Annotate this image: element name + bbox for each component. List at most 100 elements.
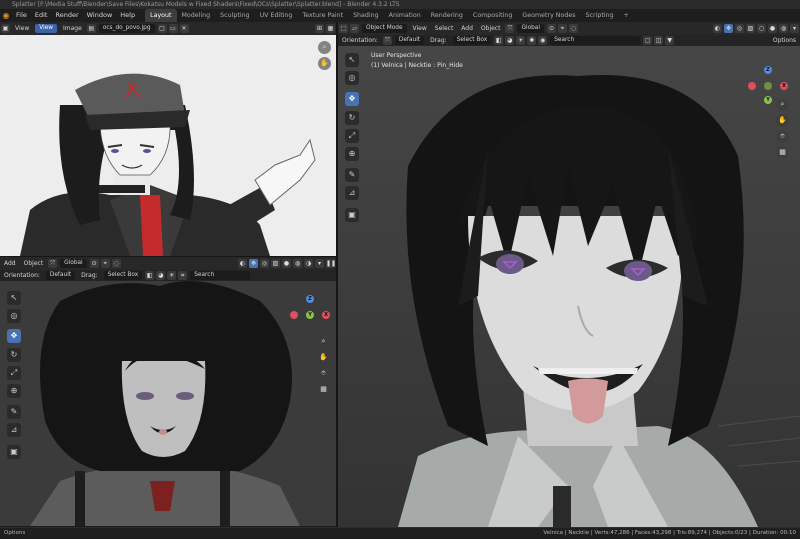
main-view-menu[interactable]: View — [410, 24, 430, 34]
small-select-mode-icon[interactable]: ◧ — [145, 271, 155, 280]
main-search-input[interactable]: Search — [550, 36, 641, 45]
small-pause-icon[interactable]: ❚❚ — [326, 259, 336, 268]
tab-shading[interactable]: Shading — [348, 9, 384, 22]
menu-render[interactable]: Render — [51, 9, 82, 22]
small-shading-solid-icon[interactable]: ● — [282, 259, 291, 268]
main-annotate-icon[interactable]: ✎ — [345, 168, 359, 182]
status-options[interactable]: Options — [4, 528, 25, 539]
image-close-icon[interactable]: ✕ — [179, 24, 189, 33]
main-shading-wire-icon[interactable]: ○ — [757, 24, 766, 33]
main-sun-icon[interactable]: ☀ — [516, 36, 526, 45]
main-light-icon[interactable]: ✺ — [527, 36, 537, 45]
menu-help[interactable]: Help — [116, 9, 139, 22]
small-object-menu[interactable]: Object — [21, 259, 47, 269]
image-display-icon[interactable]: ▦ — [326, 24, 335, 33]
main-pan-hand-icon[interactable]: ✋ — [776, 114, 789, 127]
image-editor-type-icon[interactable]: ▣ — [1, 24, 10, 33]
main-select-mode-icon[interactable]: ◧ — [494, 36, 504, 45]
small-grid-toggle-icon[interactable]: ▦ — [317, 383, 330, 396]
image-pan-hand-icon[interactable]: ✋ — [318, 57, 331, 70]
add-workspace-icon[interactable]: + — [619, 9, 634, 22]
small-add-cube-icon[interactable]: ▣ — [7, 445, 21, 459]
small-rotate-icon[interactable]: ↻ — [7, 348, 21, 362]
tab-geometry-nodes[interactable]: Geometry Nodes — [517, 9, 580, 22]
main-cursor-3d-icon[interactable]: ◎ — [345, 71, 359, 85]
image-pin-icon[interactable]: ⊞ — [315, 24, 324, 33]
main-transform-icon[interactable]: ⤧ — [505, 24, 515, 33]
menu-window[interactable]: Window — [83, 9, 117, 22]
main-grid-toggle-icon[interactable]: ▦ — [776, 146, 789, 159]
main-color-wheel-icon[interactable]: ◕ — [505, 36, 515, 45]
main-overlay-icon[interactable]: ◎ — [735, 24, 744, 33]
main-add-menu[interactable]: Add — [458, 24, 476, 34]
main-add-cube-icon[interactable]: ▣ — [345, 208, 359, 222]
main-transform-tool-icon[interactable]: ⊕ — [345, 147, 359, 161]
small-visibility-icon[interactable]: ◐ — [238, 259, 247, 268]
small-overlay-icon[interactable]: ◎ — [260, 259, 269, 268]
small-shading-rendered-icon[interactable]: ◑ — [304, 259, 313, 268]
main-gizmo-neg-y[interactable] — [764, 82, 772, 90]
image-new-icon[interactable]: ▢ — [157, 24, 167, 33]
main-gizmo-icon[interactable]: ✥ — [724, 24, 733, 33]
tab-sculpting[interactable]: Sculpting — [215, 9, 254, 22]
tab-compositing[interactable]: Compositing — [468, 9, 517, 22]
small-axis-gizmo[interactable]: Z X Y — [290, 295, 330, 335]
main-pivot-icon[interactable]: ⊙ — [546, 24, 556, 33]
image-view-tab[interactable]: View — [35, 24, 58, 33]
main-gizmo-y[interactable]: Y — [764, 96, 772, 104]
main-visibility-icon[interactable]: ◐ — [713, 24, 722, 33]
small-color-wheel-icon[interactable]: ◕ — [156, 271, 166, 280]
small-gizmo-z[interactable]: Z — [306, 295, 314, 303]
small-pan-hand-icon[interactable]: ✋ — [317, 351, 330, 364]
small-transform-icon[interactable]: ⤧ — [48, 259, 58, 268]
main-world-icon[interactable]: ◉ — [538, 36, 548, 45]
small-cursor-3d-icon[interactable]: ◎ — [7, 309, 21, 323]
small-proportional-icon[interactable]: ◌ — [111, 259, 121, 268]
main-shading-solid-icon[interactable]: ● — [768, 24, 777, 33]
tab-layout[interactable]: Layout — [145, 9, 177, 22]
main-shading-menu-icon[interactable]: ▾ — [790, 24, 799, 33]
main-orientation-dropdown[interactable]: Default — [394, 36, 425, 45]
main-gizmo-z[interactable]: Z — [764, 66, 772, 74]
image-browse-icon[interactable]: ▤ — [86, 24, 96, 33]
main-mode-icon[interactable]: ▱ — [350, 24, 359, 33]
main-gizmo-neg-x[interactable] — [748, 82, 756, 90]
image-view-menu[interactable]: View — [12, 24, 32, 34]
main-snap-icon[interactable]: ⌖ — [557, 24, 567, 33]
main-shading-material-icon[interactable]: ◍ — [779, 24, 788, 33]
image-open-icon[interactable]: ▭ — [168, 24, 178, 33]
small-add-menu[interactable]: Add — [1, 259, 19, 269]
small-transform-dropdown[interactable]: Global — [60, 259, 87, 268]
small-measure-icon[interactable]: ⊿ — [7, 423, 21, 437]
main-camera-icon[interactable]: ⌾ — [776, 130, 789, 143]
small-move-icon[interactable]: ✥ — [7, 329, 21, 343]
main-editor-type-icon[interactable]: ⬚ — [339, 24, 348, 33]
small-pivot-icon[interactable]: ⊙ — [89, 259, 99, 268]
main-filter-icon[interactable]: ▼ — [665, 36, 675, 45]
small-search-input[interactable]: Search — [190, 271, 251, 280]
small-orientation-dropdown[interactable]: Default — [45, 271, 76, 280]
main-mode-dropdown[interactable]: Object Mode — [362, 24, 407, 33]
menu-file[interactable]: File — [12, 9, 31, 22]
tab-modeling[interactable]: Modeling — [177, 9, 216, 22]
small-shading-menu-icon[interactable]: ▾ — [315, 259, 324, 268]
main-collection-icon[interactable]: ▢ — [643, 36, 653, 45]
main-select-menu[interactable]: Select — [432, 24, 457, 34]
menu-edit[interactable]: Edit — [31, 9, 52, 22]
small-gizmo-y[interactable]: Y — [306, 311, 314, 319]
small-scale-icon[interactable]: ⤢ — [7, 366, 21, 380]
main-transform-dropdown[interactable]: Global — [517, 24, 544, 33]
main-restrict-icon[interactable]: ◫ — [654, 36, 664, 45]
blender-logo-icon[interactable]: ◉ — [0, 11, 12, 20]
horizontal-divider[interactable] — [0, 256, 336, 257]
small-annotate-icon[interactable]: ✎ — [7, 405, 21, 419]
small-viewport-canvas[interactable]: ↖ ◎ ✥ ↻ ⤢ ⊕ ✎ ⊿ ▣ Z X Y ⌕ ✋ ⌾ ▦ — [0, 281, 336, 526]
small-shading-material-icon[interactable]: ◍ — [293, 259, 302, 268]
tab-scripting[interactable]: Scripting — [581, 9, 619, 22]
small-drag-dropdown[interactable]: Select Box — [103, 271, 143, 280]
image-menu[interactable]: Image — [60, 24, 85, 34]
small-cursor-icon[interactable]: ↖ — [7, 291, 21, 305]
image-editor-canvas[interactable]: ⌕ ✋ — [0, 35, 336, 256]
small-snap-icon[interactable]: ⌖ — [100, 259, 110, 268]
small-sun-icon[interactable]: ☀ — [167, 271, 177, 280]
